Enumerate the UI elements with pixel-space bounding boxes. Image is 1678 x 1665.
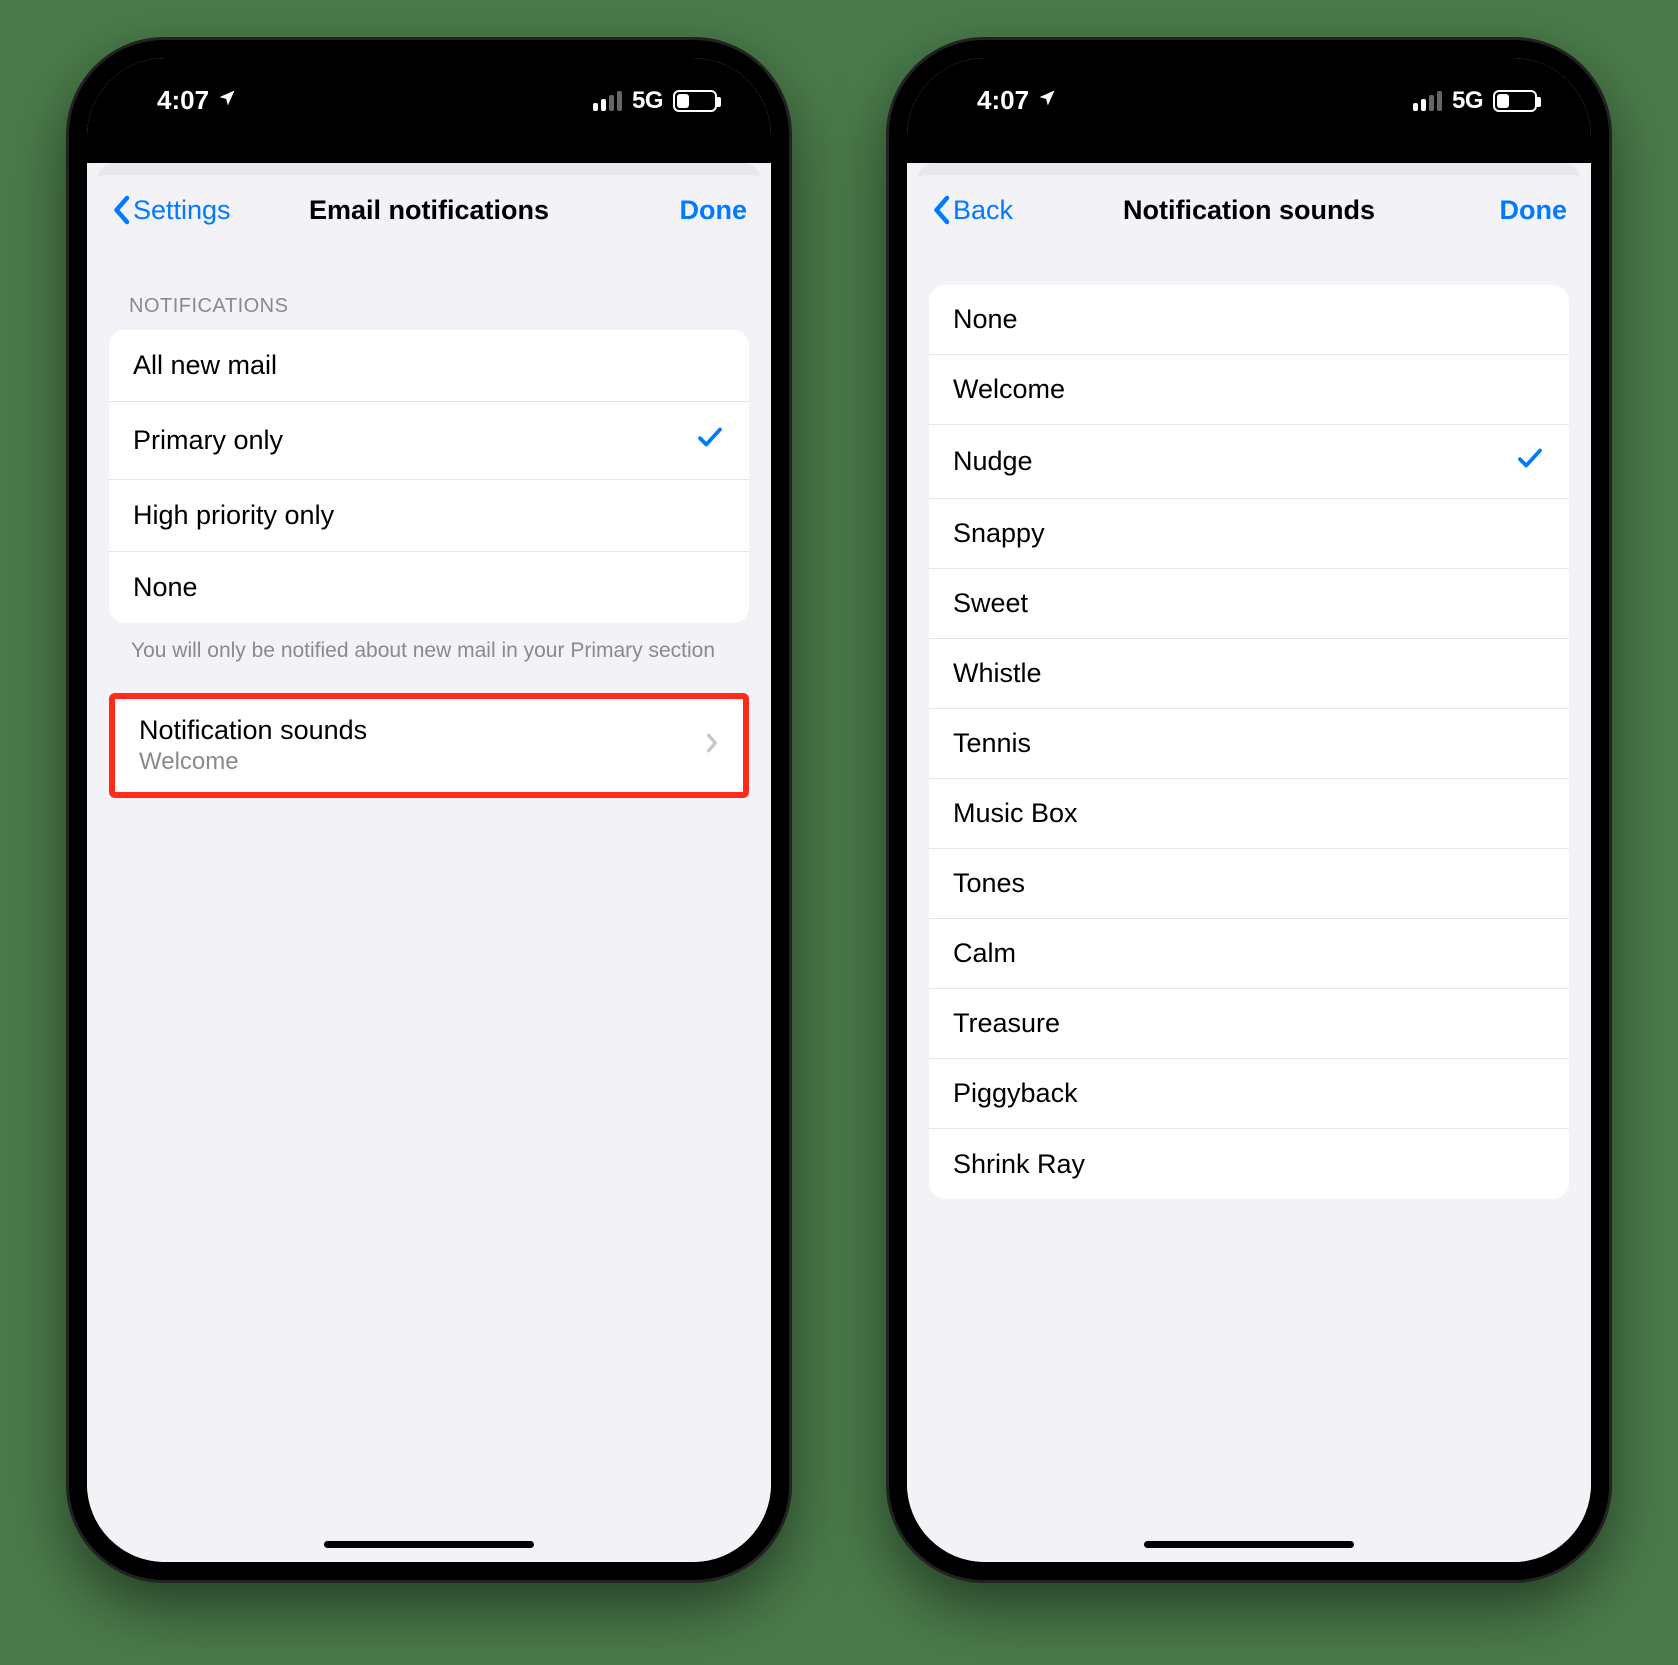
sounds-list-group: None Welcome Nudge Snappy Sweet Whistle …	[929, 285, 1569, 1199]
home-indicator[interactable]	[1144, 1541, 1354, 1548]
phone-left: 4:07 5G Settings Email not	[69, 40, 789, 1580]
sound-option-snappy[interactable]: Snappy	[929, 499, 1569, 569]
home-indicator[interactable]	[324, 1541, 534, 1548]
option-all-new-mail[interactable]: All new mail	[109, 330, 749, 402]
back-button[interactable]: Back	[931, 195, 1013, 226]
chevron-left-icon	[931, 195, 951, 225]
option-label: Primary only	[133, 425, 283, 456]
option-label: Tones	[953, 868, 1025, 899]
option-label: Whistle	[953, 658, 1042, 689]
cellular-signal-icon	[1413, 91, 1442, 111]
sound-option-music-box[interactable]: Music Box	[929, 779, 1569, 849]
option-label: None	[953, 304, 1018, 335]
sound-option-welcome[interactable]: Welcome	[929, 355, 1569, 425]
notification-sounds-row[interactable]: Notification sounds Welcome	[115, 699, 743, 792]
checkmark-icon	[1515, 443, 1545, 480]
battery-icon	[673, 90, 717, 112]
cellular-signal-icon	[593, 91, 622, 111]
nav-bar: Back Notification sounds Done	[907, 175, 1591, 245]
sound-option-tones[interactable]: Tones	[929, 849, 1569, 919]
option-label: None	[133, 572, 198, 603]
dynamic-island	[334, 70, 524, 125]
option-high-priority-only[interactable]: High priority only	[109, 480, 749, 552]
checkmark-icon	[695, 422, 725, 459]
sound-option-sweet[interactable]: Sweet	[929, 569, 1569, 639]
option-none[interactable]: None	[109, 552, 749, 623]
back-label: Settings	[133, 195, 231, 226]
network-label: 5G	[632, 87, 663, 115]
back-button[interactable]: Settings	[111, 195, 231, 226]
option-label: High priority only	[133, 500, 334, 531]
highlight-box: Notification sounds Welcome	[109, 693, 749, 798]
option-label: Piggyback	[953, 1078, 1078, 1109]
location-icon	[1037, 88, 1057, 114]
location-icon	[217, 88, 237, 114]
option-label: Shrink Ray	[953, 1149, 1085, 1180]
sound-option-nudge[interactable]: Nudge	[929, 425, 1569, 499]
network-label: 5G	[1452, 87, 1483, 115]
status-time: 4:07	[977, 85, 1029, 116]
option-label: Calm	[953, 938, 1016, 969]
done-button[interactable]: Done	[680, 195, 748, 226]
section-header-notifications: NOTIFICATIONS	[109, 245, 749, 330]
option-label: Sweet	[953, 588, 1028, 619]
option-label: Treasure	[953, 1008, 1060, 1039]
option-label: Welcome	[953, 374, 1065, 405]
dynamic-island	[1154, 70, 1344, 125]
option-label: All new mail	[133, 350, 277, 381]
sound-option-none[interactable]: None	[929, 285, 1569, 355]
phone-right: 4:07 5G Back Notification	[889, 40, 1609, 1580]
back-label: Back	[953, 195, 1013, 226]
battery-icon	[1493, 90, 1537, 112]
sound-option-tennis[interactable]: Tennis	[929, 709, 1569, 779]
section-footer: You will only be notified about new mail…	[109, 623, 749, 665]
status-time: 4:07	[157, 85, 209, 116]
sound-option-piggyback[interactable]: Piggyback	[929, 1059, 1569, 1129]
nav-bar: Settings Email notifications Done	[87, 175, 771, 245]
option-label: Music Box	[953, 798, 1078, 829]
sound-option-whistle[interactable]: Whistle	[929, 639, 1569, 709]
option-primary-only[interactable]: Primary only	[109, 402, 749, 480]
option-label: Snappy	[953, 518, 1045, 549]
chevron-right-icon	[705, 732, 719, 759]
sound-option-calm[interactable]: Calm	[929, 919, 1569, 989]
row-title: Notification sounds	[139, 715, 367, 746]
chevron-left-icon	[111, 195, 131, 225]
notification-options-group: All new mail Primary only High priority …	[109, 330, 749, 623]
option-label: Nudge	[953, 446, 1033, 477]
sound-option-treasure[interactable]: Treasure	[929, 989, 1569, 1059]
row-value: Welcome	[139, 748, 367, 776]
sound-option-shrink-ray[interactable]: Shrink Ray	[929, 1129, 1569, 1199]
option-label: Tennis	[953, 728, 1031, 759]
done-button[interactable]: Done	[1500, 195, 1568, 226]
